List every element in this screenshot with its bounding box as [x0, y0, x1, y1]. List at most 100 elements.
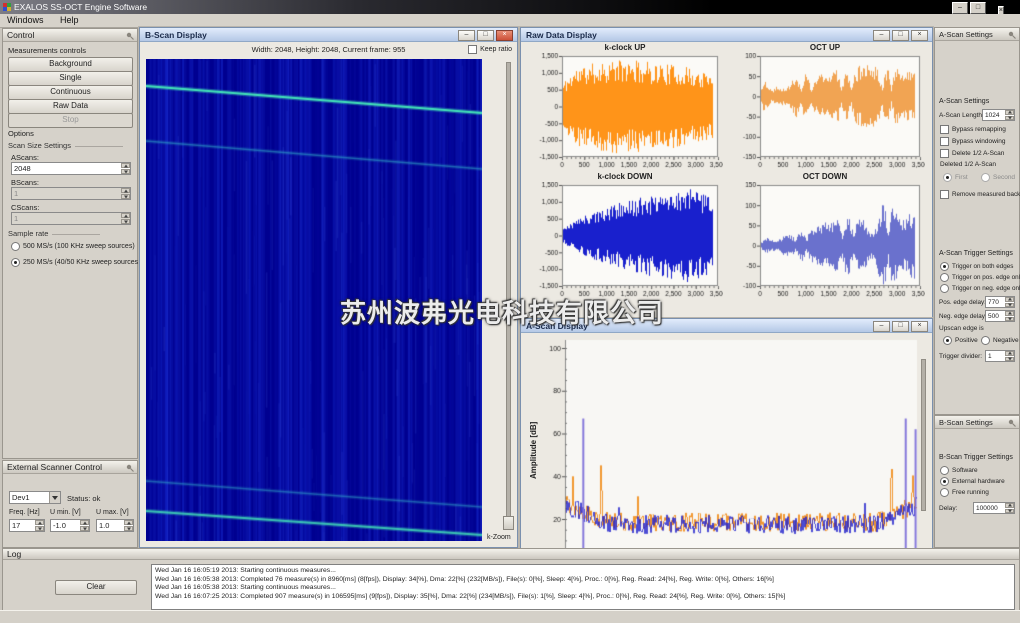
ascan-minimize-button[interactable]: – [873, 321, 890, 332]
delete-half-ascan-option[interactable]: Delete 1/2 A-Scan [940, 149, 1004, 158]
app-icon [3, 3, 11, 11]
external-hardware-radio[interactable] [940, 477, 949, 486]
raw-maximize-button[interactable]: □ [892, 30, 909, 41]
pin-icon[interactable] [126, 463, 134, 476]
software-radio[interactable] [940, 466, 949, 475]
clear-button[interactable]: Clear [55, 580, 137, 595]
rate-250-radio[interactable] [11, 258, 20, 267]
pos-delay-label: Pos. edge delay: [939, 299, 986, 306]
log-panel: Log Clear Wed Jan 16 16:05:19 2013: Star… [2, 548, 1020, 612]
neg-delay-spinner[interactable] [1005, 311, 1014, 321]
umin-field-wrap [50, 519, 90, 532]
log-line: Wed Jan 16 16:07:25 2013: Completed 907 … [155, 593, 1011, 602]
umin-spinner[interactable] [80, 520, 89, 531]
bscan-minimize-button[interactable]: – [458, 30, 475, 41]
ascan-close-button[interactable]: × [911, 321, 928, 332]
delay-wrap [973, 502, 1015, 514]
free-running-radio[interactable] [940, 488, 949, 497]
ascan-length-spinner[interactable] [1005, 110, 1014, 120]
keep-ratio-option[interactable]: Keep ratio [468, 45, 512, 54]
raw-data-window-titlebar: Raw Data Display [521, 28, 932, 42]
remove-background-option[interactable]: Remove measured background [940, 190, 1020, 199]
raw-close-button[interactable]: × [911, 30, 928, 41]
bypass-remapping-checkbox[interactable] [940, 125, 949, 134]
trigger-pos-radio[interactable] [940, 273, 949, 282]
ascan-settings-header: A-Scan Settings [935, 28, 1019, 41]
single-button[interactable]: Single [8, 71, 133, 86]
ascan-maximize-button[interactable]: □ [892, 321, 909, 332]
bypass-windowing-option[interactable]: Bypass windowing [940, 137, 1005, 146]
free-running-option[interactable]: Free running [940, 488, 989, 497]
delay-spinner[interactable] [1005, 503, 1014, 513]
background-button[interactable]: Background [8, 57, 133, 72]
bscan-info-text: Width: 2048, Height: 2048, Current frame… [140, 45, 517, 54]
trigger-neg-radio[interactable] [940, 284, 949, 293]
trigger-pos-option[interactable]: Trigger on pos. edge only [940, 273, 1020, 282]
rate-500-option[interactable]: 500 MS/s (100 KHz sweep sources) [11, 242, 135, 251]
ascan-trigger-group-label: A-Scan Trigger Settings [939, 250, 1013, 257]
trigger-both-option[interactable]: Trigger on both edges [940, 262, 1013, 271]
freq-label: Freq. [Hz] [9, 509, 40, 516]
bscans-spinner[interactable] [121, 188, 130, 199]
cscans-input[interactable] [11, 212, 131, 225]
rate-500-radio[interactable] [11, 242, 20, 251]
rate-250-option[interactable]: 250 MS/s (40/50 KHz sweep sources) [11, 258, 141, 267]
bscans-input[interactable] [11, 187, 131, 200]
device-dropdown[interactable]: Dev1 [9, 491, 61, 504]
pin-icon[interactable] [1008, 418, 1016, 431]
menu-windows[interactable]: Windows [0, 14, 51, 27]
raw-minimize-button[interactable]: – [873, 30, 890, 41]
freq-spinner[interactable] [35, 520, 44, 531]
delay-label: Delay: [939, 505, 957, 512]
bscan-maximize-button[interactable]: □ [477, 30, 494, 41]
second-option[interactable]: Second [981, 173, 1015, 182]
positive-radio[interactable] [943, 336, 952, 345]
ascan-scroll-track[interactable] [921, 359, 926, 511]
stop-button[interactable]: Stop [8, 113, 133, 128]
ascans-spinner[interactable] [121, 163, 130, 174]
minimize-button[interactable]: – [952, 2, 968, 14]
delete-half-ascan-checkbox[interactable] [940, 149, 949, 158]
negative-option[interactable]: Negative [981, 336, 1019, 345]
umax-label: U max. [V] [96, 509, 129, 516]
bypass-windowing-checkbox[interactable] [940, 137, 949, 146]
pin-icon[interactable] [126, 31, 134, 44]
trigger-neg-option[interactable]: Trigger on neg. edge only [940, 284, 1020, 293]
bscan-close-button[interactable]: × [496, 30, 513, 41]
trigger-both-radio[interactable] [940, 262, 949, 271]
raw-data-button[interactable]: Raw Data [8, 99, 133, 114]
cscans-field-wrap [11, 212, 131, 225]
continuous-button[interactable]: Continuous [8, 85, 133, 100]
keep-ratio-checkbox[interactable] [468, 45, 477, 54]
remove-background-checkbox[interactable] [940, 190, 949, 199]
pin-icon[interactable] [1008, 30, 1016, 43]
first-radio[interactable] [943, 173, 952, 182]
divider-spinner[interactable] [1005, 351, 1014, 361]
kclock-up-title: k-clock UP [527, 43, 723, 52]
chevron-down-icon[interactable] [49, 492, 60, 503]
kclock-up-plot [527, 53, 723, 171]
cscans-spinner[interactable] [121, 213, 130, 224]
bscan-zoom-slider-handle[interactable] [503, 516, 514, 530]
bypass-remapping-option[interactable]: Bypass remapping [940, 125, 1006, 134]
external-scanner-panel: External Scanner Control Dev1 Status: ok… [2, 460, 138, 548]
status-bar [0, 610, 1020, 623]
software-option[interactable]: Software [940, 466, 978, 475]
second-radio[interactable] [981, 173, 990, 182]
positive-option[interactable]: Positive [943, 336, 978, 345]
external-hardware-option[interactable]: External hardware [940, 477, 1005, 486]
log-text-area[interactable]: Wed Jan 16 16:05:19 2013: Starting conti… [151, 564, 1015, 610]
bscans-field-wrap [11, 187, 131, 200]
menu-help[interactable]: Help [53, 14, 86, 27]
first-option[interactable]: First [943, 173, 968, 182]
log-line: Wed Jan 16 16:05:38 2013: Completed 76 m… [155, 576, 1011, 585]
ascans-label: AScans: [11, 153, 39, 162]
maximize-button[interactable]: □ [970, 2, 986, 14]
application-window: EXALOS SS-OCT Engine Software – □ × Wind… [0, 0, 1020, 623]
ascans-input[interactable] [11, 162, 131, 175]
umax-spinner[interactable] [124, 520, 133, 531]
divider-label: Trigger divider: [939, 353, 982, 360]
pos-delay-spinner[interactable] [1005, 297, 1014, 307]
negative-radio[interactable] [981, 336, 990, 345]
ascan-display-window: A-Scan Display – □ × Amplitude [dB] [520, 318, 933, 549]
